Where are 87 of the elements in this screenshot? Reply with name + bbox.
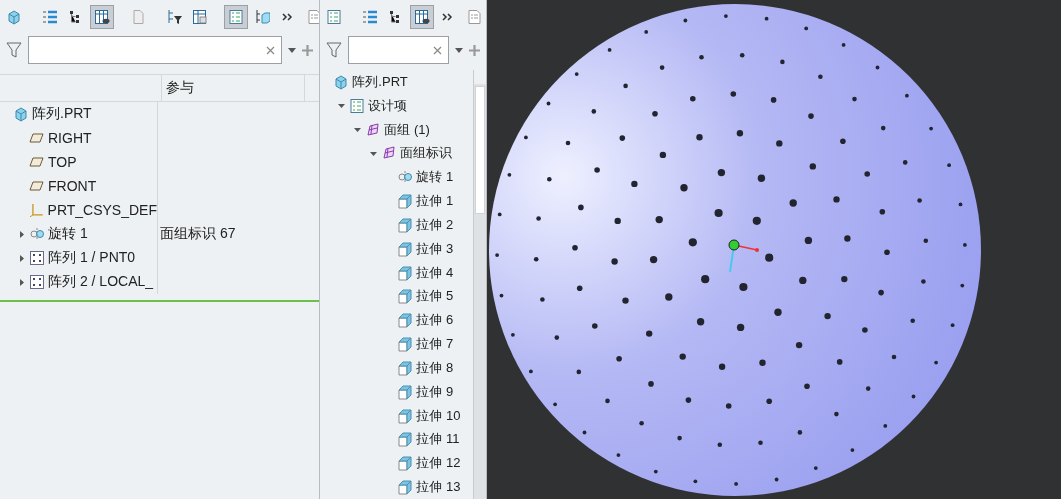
- axes-icon: [28, 202, 45, 218]
- clear-icon[interactable]: [266, 45, 276, 55]
- expanded-caret-icon[interactable]: [370, 149, 378, 157]
- tree-item-label[interactable]: 设计项: [368, 96, 408, 115]
- pattern-icon: [29, 250, 45, 266]
- box-icon: [397, 193, 414, 210]
- box-icon: [397, 455, 414, 472]
- tree-item-label[interactable]: 拉伸 11: [416, 430, 460, 449]
- dropdown-caret-icon[interactable]: [288, 47, 297, 53]
- list-icon: [228, 9, 244, 25]
- collapsed-caret-icon[interactable]: [18, 230, 25, 238]
- add-icon[interactable]: [469, 44, 480, 56]
- tree-item-label[interactable]: 阵列.PRT: [352, 72, 408, 91]
- filter-icon: [326, 41, 343, 59]
- filter-field[interactable]: [348, 36, 449, 64]
- table-cell: 面组标识 67: [160, 225, 236, 241]
- tree-item-label[interactable]: 面组标识: [400, 144, 453, 163]
- list-icon: [326, 9, 343, 25]
- collapsed-caret-icon[interactable]: [18, 278, 25, 286]
- tree-item-label[interactable]: 拉伸 13: [416, 478, 461, 496]
- tree-item-label[interactable]: 旋转 1: [48, 225, 88, 243]
- box-icon: [397, 383, 414, 400]
- add-icon[interactable]: [302, 44, 314, 56]
- scrollbar-thumb[interactable]: [475, 86, 485, 214]
- tree-item-label[interactable]: 拉伸 5: [416, 287, 454, 306]
- dropdown-caret-icon[interactable]: [455, 47, 463, 53]
- part-icon: [333, 73, 350, 90]
- tree-item-label[interactable]: 拉伸 2: [416, 215, 454, 234]
- tree-item-label[interactable]: 拉伸 1: [416, 192, 454, 211]
- revolve-icon: [29, 226, 45, 242]
- tree-item-label[interactable]: 拉伸 8: [416, 358, 454, 377]
- tree-item-label[interactable]: 拉伸 7: [416, 335, 454, 353]
- list-icon: [349, 97, 366, 114]
- box-icon: [397, 240, 414, 257]
- tree-item-label[interactable]: 阵列.PRT: [32, 105, 92, 123]
- filter-field[interactable]: [28, 36, 283, 64]
- tree-item-label[interactable]: RIGHT: [48, 130, 92, 146]
- tree-item-label[interactable]: 面组 (1): [384, 120, 430, 139]
- tree-item-label[interactable]: 拉伸 12: [416, 454, 461, 473]
- scrollbar[interactable]: [473, 70, 486, 499]
- tree-item-label[interactable]: 阵列 2 / LOCAL_: [48, 273, 154, 291]
- box-icon: [397, 407, 414, 424]
- box-icon: [397, 336, 414, 352]
- part-icon: [6, 9, 22, 25]
- tree-item-label[interactable]: 拉伸 6: [416, 311, 454, 330]
- list-icon: [42, 9, 58, 25]
- part-icon: [13, 106, 29, 122]
- tree-item-label[interactable]: 拉伸 4: [416, 263, 454, 282]
- columns-icon: [94, 9, 110, 25]
- tree-item-label[interactable]: PRT_CSYS_DEF: [47, 202, 157, 218]
- box-icon: [397, 359, 414, 376]
- tree-item-label[interactable]: FRONT: [48, 178, 97, 194]
- list-icon: [362, 9, 379, 25]
- tree-part-icon: [254, 9, 270, 25]
- tree-item-label[interactable]: TOP: [48, 154, 77, 170]
- toolbar-button[interactable]: [90, 5, 114, 29]
- tree-item-label[interactable]: 阵列 1 / PNT0: [48, 249, 136, 267]
- expanded-caret-icon[interactable]: [354, 126, 362, 134]
- box-icon: [397, 312, 414, 329]
- quilt-icon: [365, 121, 382, 138]
- collapsed-caret-icon[interactable]: [18, 254, 25, 262]
- quilt-icon: [381, 145, 398, 162]
- tree-item-label[interactable]: 旋转 1: [416, 168, 454, 187]
- document-icon: [130, 9, 146, 25]
- clear-icon[interactable]: [433, 45, 442, 55]
- coordinate-axes-drawing: [728, 239, 759, 273]
- filter-icon: [6, 41, 22, 59]
- tree-item-label[interactable]: 拉伸 9: [416, 382, 454, 401]
- toolbar-button[interactable]: [410, 5, 435, 29]
- expanded-caret-icon[interactable]: [338, 102, 346, 110]
- tree-item-label[interactable]: 拉伸 10: [416, 406, 461, 425]
- filter-tree-icon: [166, 9, 182, 25]
- plane-icon: [29, 130, 45, 146]
- tree-item-label[interactable]: 拉伸 3: [416, 239, 454, 258]
- columns-icon: [414, 9, 431, 25]
- plane-icon: [29, 178, 45, 194]
- pattern-icon: [29, 274, 45, 290]
- sheet-icon: [466, 9, 483, 25]
- box-icon: [397, 216, 414, 233]
- column-header[interactable]: 参与: [166, 79, 194, 97]
- box-icon: [397, 479, 414, 495]
- box-icon: [397, 431, 414, 448]
- box-icon: [397, 264, 414, 281]
- sheet-icon: [306, 9, 320, 25]
- table-icon: [192, 9, 208, 25]
- plane-icon: [29, 154, 45, 170]
- box-icon: [397, 288, 414, 305]
